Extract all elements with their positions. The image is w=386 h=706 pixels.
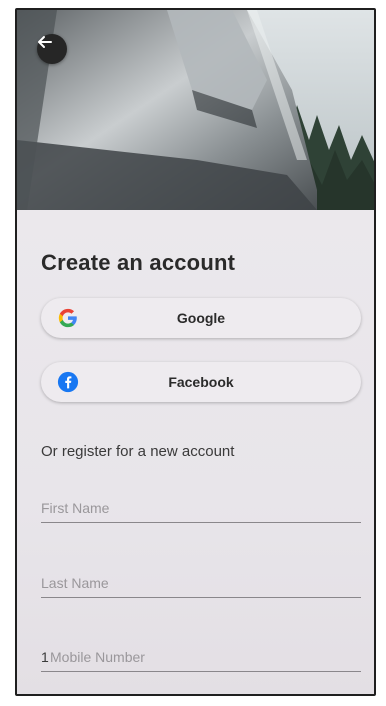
arrow-left-icon (38, 36, 52, 48)
page-title: Create an account (41, 250, 236, 275)
facebook-button-label: Facebook (168, 374, 234, 390)
car-illustration (17, 10, 374, 210)
app-frame: Create an account Google Facebook Or reg… (15, 8, 376, 696)
facebook-signin-button[interactable]: Facebook (41, 362, 361, 402)
hero-image (17, 10, 374, 210)
last-name-field[interactable] (41, 570, 361, 598)
register-prompt: Or register for a new account (41, 443, 235, 460)
mobile-number-input[interactable] (50, 644, 361, 670)
google-button-label: Google (176, 310, 226, 326)
back-button[interactable] (37, 34, 67, 64)
country-code-prefix: 1 (41, 649, 49, 665)
mobile-number-field[interactable]: 1 (41, 644, 361, 672)
signup-panel: Create an account Google Facebook Or reg… (17, 210, 374, 694)
google-signin-button[interactable]: Google (41, 298, 361, 338)
first-name-input[interactable] (41, 495, 361, 521)
last-name-input[interactable] (41, 570, 361, 596)
first-name-field[interactable] (41, 495, 361, 523)
